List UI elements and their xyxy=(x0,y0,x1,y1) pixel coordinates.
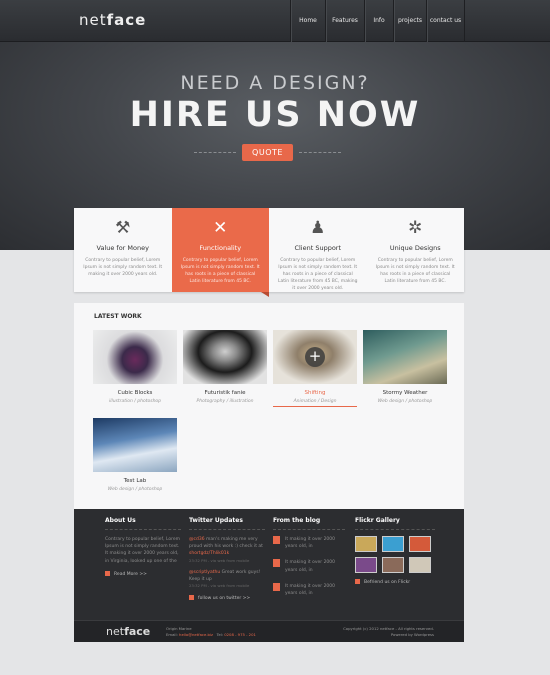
work-category: Web design / photoshop xyxy=(377,399,433,404)
feature-title: Functionality xyxy=(199,244,242,252)
feature-text: Contrary to popular belief, Lorem Ipsum … xyxy=(83,258,163,277)
arrow-icon xyxy=(105,570,110,576)
divider xyxy=(105,529,181,530)
read-more-link[interactable]: Read More >> xyxy=(105,570,181,577)
divider xyxy=(273,529,345,530)
tools-icon: ⚒ xyxy=(115,218,131,238)
work-thumbnail[interactable] xyxy=(183,330,267,384)
nav-info[interactable]: Info xyxy=(364,0,393,42)
tweet: @scriptlyathu Great work guys! Keep it u… xyxy=(189,569,261,582)
work-title[interactable]: Cubic Blocks xyxy=(93,390,177,396)
main-nav: Home Features Info projects contact us xyxy=(290,0,465,42)
follow-twitter-link[interactable]: follow us on twitter >> xyxy=(189,595,265,601)
feature-designs[interactable]: ✲ Unique Designs Contrary to popular bel… xyxy=(367,208,465,292)
contact-info: Origin Marine Email: hello@netface.biz T… xyxy=(166,626,256,638)
hero-subtitle: NEED A DESIGN? xyxy=(180,72,370,94)
work-item-shifting[interactable]: + Shifting Animation / Design xyxy=(273,330,357,407)
work-thumbnail[interactable] xyxy=(93,418,177,472)
calendar-icon xyxy=(273,559,280,568)
footer-heading: From the blog xyxy=(273,517,321,524)
blog-post[interactable]: It making it over 2000 years old, in xyxy=(273,559,345,573)
footer-flickr: Flickr Gallery Befriend us on Flickr xyxy=(355,517,435,585)
copyright: Copyright (c) 2012 netface - All rights … xyxy=(343,626,434,638)
footer-about: About Us Contrary to popular belief, Lor… xyxy=(105,517,181,577)
work-item-testlab[interactable]: Test Lab Web design / photoshop xyxy=(93,418,177,492)
section-heading: LATEST WORK xyxy=(94,313,142,320)
footer-heading: Flickr Gallery xyxy=(355,517,400,524)
feature-functionality[interactable]: ✕ Functionality Contrary to popular beli… xyxy=(171,208,269,297)
footer-logo[interactable]: netface xyxy=(106,625,150,638)
calendar-icon xyxy=(273,582,280,591)
nav-features[interactable]: Features xyxy=(325,0,364,42)
tweet: @cd36 man's making me very proud with hi… xyxy=(189,537,263,557)
feature-support[interactable]: ♟ Client Support Contrary to popular bel… xyxy=(269,208,367,292)
gallery-thumb[interactable] xyxy=(382,557,404,573)
work-category: Web design / photoshop xyxy=(107,487,163,492)
gallery-thumb[interactable] xyxy=(409,557,431,573)
work-category: illustration / photoshop xyxy=(108,399,162,404)
divider-left xyxy=(194,152,236,153)
quote-button[interactable]: QUOTE xyxy=(242,144,293,161)
blog-post[interactable]: It making it over 2000 years old, in xyxy=(273,536,345,550)
tweet-meta: 23:32 PM - via web from mobile xyxy=(189,583,250,588)
feature-title: Unique Designs xyxy=(389,244,441,252)
plus-icon[interactable]: + xyxy=(305,347,325,367)
footer-heading: Twitter Updates xyxy=(189,517,243,524)
work-item-futuristik[interactable]: Futuristik fanie Photography / illustrat… xyxy=(183,330,267,404)
footer-heading: About Us xyxy=(105,517,136,524)
tools-icon: ✕ xyxy=(213,218,228,238)
gallery-thumb[interactable] xyxy=(409,536,431,552)
flickr-gallery xyxy=(355,536,435,573)
latest-work-section: LATEST WORK Cubic Blocks illustration / … xyxy=(74,303,464,509)
top-bar: netface Home Features Info projects cont… xyxy=(0,0,550,42)
nav-home[interactable]: Home xyxy=(290,0,325,42)
work-item-cubic[interactable]: Cubic Blocks illustration / photoshop xyxy=(93,330,177,404)
blog-post[interactable]: It making it over 2000 years old, in xyxy=(273,582,345,597)
nav-contact[interactable]: contact us xyxy=(426,0,465,42)
gallery-thumb[interactable] xyxy=(382,536,404,552)
flickr-follow-link[interactable]: Befriend us on Flickr xyxy=(355,579,435,585)
divider-right xyxy=(299,152,341,153)
calendar-icon xyxy=(273,536,280,544)
feature-text: Contrary to popular belief, Lorem Ipsum … xyxy=(277,258,358,291)
nav-projects[interactable]: projects xyxy=(393,0,426,42)
features-panel: ⚒ Value for Money Contrary to popular be… xyxy=(74,208,465,297)
selected-indicator xyxy=(273,406,357,407)
feature-text: Contrary to popular belief, Lorem Ipsum … xyxy=(180,258,260,284)
work-title[interactable]: Shifting xyxy=(273,390,357,396)
flickr-icon xyxy=(355,579,360,584)
work-title[interactable]: Stormy Weather xyxy=(363,390,447,396)
work-item-stormy[interactable]: Stormy Weather Web design / photoshop xyxy=(363,330,447,404)
footer-blog: From the blog It making it over 2000 yea… xyxy=(273,517,345,606)
feature-value[interactable]: ⚒ Value for Money Contrary to popular be… xyxy=(74,208,172,292)
feature-title: Client Support xyxy=(294,244,342,252)
gallery-thumb[interactable] xyxy=(355,536,377,552)
corner-fold xyxy=(261,292,269,297)
work-title[interactable]: Test Lab xyxy=(93,478,177,484)
divider xyxy=(189,529,265,530)
hero-title: HIRE US NOW xyxy=(129,95,421,135)
bottom-bar: netface Origin Marine Email: hello@netfa… xyxy=(74,620,464,642)
work-title[interactable]: Futuristik fanie xyxy=(183,390,267,396)
feature-text: Contrary to popular belief, Lorem Ipsum … xyxy=(375,258,455,284)
divider xyxy=(355,529,435,530)
work-thumbnail[interactable] xyxy=(363,330,447,384)
work-thumbnail[interactable]: + xyxy=(273,330,357,384)
gallery-thumb[interactable] xyxy=(355,557,377,573)
feature-title: Value for Money xyxy=(96,244,149,252)
work-category: Photography / illustration xyxy=(196,399,254,404)
gear-icon: ✲ xyxy=(408,218,423,238)
site-logo[interactable]: netface xyxy=(79,11,146,29)
twitter-icon xyxy=(189,595,194,601)
footer-twitter: Twitter Updates @cd36 man's making me ve… xyxy=(189,517,265,601)
work-category: Animation / Design xyxy=(293,399,337,404)
tweet-meta: 23:32 PM - via web from mobile xyxy=(189,557,250,563)
about-text: Contrary to popular belief, Lorem Ipsum … xyxy=(105,537,181,564)
work-thumbnail[interactable] xyxy=(93,330,177,384)
users-icon: ♟ xyxy=(310,218,326,238)
